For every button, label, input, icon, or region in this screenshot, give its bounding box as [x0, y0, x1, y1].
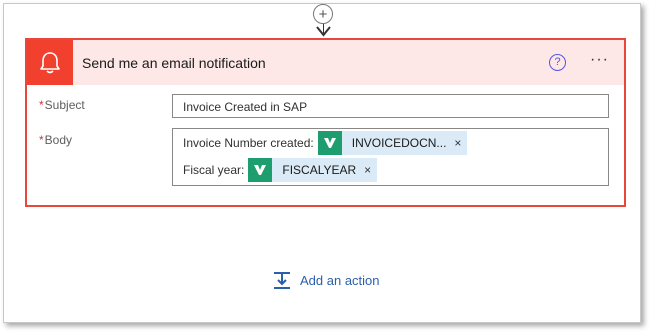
body-line-invoice-number: Invoice Number created: INVOICEDOCN... ×	[183, 131, 468, 155]
more-options-icon[interactable]: ···	[590, 51, 609, 69]
subject-label: *Subject	[39, 98, 85, 112]
action-title: Send me an email notification	[82, 55, 266, 71]
body-input[interactable]: Invoice Number created: INVOICEDOCN... ×…	[172, 128, 609, 186]
help-icon[interactable]: ?	[549, 54, 566, 71]
add-action-button[interactable]: Add an action	[272, 270, 380, 290]
token-label: INVOICEDOCN...	[351, 136, 447, 150]
sap-connector-icon	[248, 158, 273, 182]
dynamic-content-token[interactable]: FISCALYEAR ×	[248, 158, 378, 182]
required-marker: *	[39, 133, 44, 147]
notification-connector-icon	[27, 40, 73, 85]
connector-arrow-icon	[316, 26, 331, 37]
token-label: FISCALYEAR	[282, 163, 357, 177]
sap-connector-icon	[317, 131, 342, 155]
body-line-fiscal-year: Fiscal year: FISCALYEAR ×	[183, 158, 378, 182]
action-card-header[interactable]: Send me an email notification ? ···	[27, 40, 624, 85]
add-action-label: Add an action	[300, 272, 380, 288]
dynamic-content-token[interactable]: INVOICEDOCN... ×	[317, 131, 468, 155]
add-action-icon	[274, 272, 290, 289]
action-card: Send me an email notification ? ··· *Sub…	[25, 38, 626, 207]
subject-input[interactable]: Invoice Created in SAP	[172, 94, 609, 118]
required-marker: *	[39, 98, 44, 112]
bell-icon	[40, 51, 60, 73]
plus-icon: +	[318, 5, 328, 23]
body-label-text: Body	[44, 133, 73, 147]
body-label: *Body	[39, 133, 72, 147]
insert-step-button[interactable]: +	[313, 4, 333, 24]
body-text: Fiscal year:	[183, 163, 245, 177]
subject-label-text: Subject	[44, 98, 85, 112]
body-text: Invoice Number created:	[183, 136, 314, 150]
remove-token-icon[interactable]: ×	[364, 163, 377, 177]
remove-token-icon[interactable]: ×	[454, 136, 467, 150]
